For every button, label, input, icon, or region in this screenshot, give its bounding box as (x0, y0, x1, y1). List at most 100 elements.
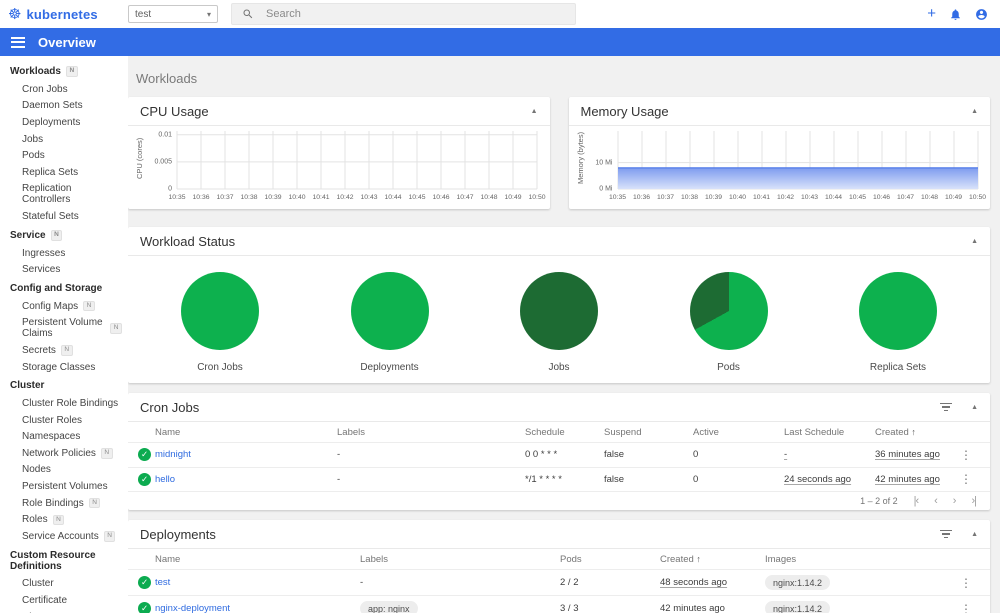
column-header-labels[interactable]: Labels (360, 554, 560, 565)
create-resource-button[interactable]: + (927, 6, 936, 21)
sidebar-item-role-bindings[interactable]: Role Bindings N (0, 495, 128, 512)
account-icon[interactable] (975, 8, 988, 21)
sidebar-item-ingresses[interactable]: Ingresses (0, 245, 128, 262)
row-menu-icon[interactable]: ⋮ (952, 576, 980, 590)
pie-chart (520, 272, 598, 350)
kubernetes-logo[interactable]: ☸ kubernetes (0, 7, 128, 22)
sidebar-item-namespaces[interactable]: Namespaces (0, 429, 128, 446)
sidebar-item-config-maps[interactable]: Config Maps N (0, 298, 128, 315)
sidebar-group-service[interactable]: Service N (0, 225, 128, 245)
sidebar-item-services[interactable]: Services (0, 261, 128, 278)
sidebar-item-service-accounts[interactable]: Service Accounts N (0, 528, 128, 545)
column-header-active[interactable]: Active (693, 427, 784, 438)
column-header-name[interactable]: Name (155, 554, 360, 565)
suspend-cell: false (604, 473, 625, 485)
created-cell: 36 minutes ago (875, 449, 940, 461)
namespaced-badge: N (103, 531, 116, 542)
appbar: Overview (0, 28, 1000, 56)
collapse-icon[interactable]: ▲ (971, 238, 978, 245)
sidebar-item-jobs[interactable]: Jobs (0, 131, 128, 148)
cpu-usage-chart: 0 0.005 0.01 10:35 10:36 10:37 10:38 10:39 10:40… (154, 129, 546, 207)
y-axis-tick: 0.01 (158, 131, 172, 139)
sidebar-group-workloads[interactable]: Workloads N (0, 61, 128, 81)
y-axis-tick: 0 (168, 185, 172, 193)
column-header-created[interactable]: Created ↑ (875, 427, 952, 438)
workload-status-card: Workload Status ▲ Cron Jobs Deployments Jo… (128, 227, 990, 383)
notifications-bell-icon[interactable] (949, 8, 962, 21)
deployment-name-link[interactable]: nginx-deployment (155, 603, 360, 613)
filter-icon[interactable] (939, 528, 953, 541)
cronjob-name-link[interactable]: hello (155, 474, 337, 485)
collapse-icon[interactable]: ▲ (971, 404, 978, 411)
sidebar-item-stateful-sets[interactable]: Stateful Sets (0, 208, 128, 225)
y-axis-tick: 0 Mi (599, 185, 613, 193)
row-menu-icon[interactable]: ⋮ (952, 472, 980, 486)
column-header-schedule[interactable]: Schedule (525, 427, 604, 438)
x-axis-tick: 10:43 (800, 194, 819, 201)
deployment-name-link[interactable]: test (155, 577, 360, 588)
row-menu-icon[interactable]: ⋮ (952, 448, 980, 462)
sidebar-group-cluster[interactable]: Cluster (0, 375, 128, 395)
memory-usage-card: Memory Usage ▲ Memory (bytes) 0 Mi 10 Mi 1… (568, 97, 990, 209)
x-axis-tick: 10:35 (168, 194, 186, 201)
table-row: ✓ nginx-deployment app: nginx 3 / 3 42 minut… (128, 596, 990, 613)
sidebar-item-storage-classes[interactable]: Storage Classes (0, 359, 128, 376)
sidebar-group-custom-resource-definitions[interactable]: Custom Resource Definitions (0, 545, 128, 576)
sidebar-item-label: Service Accounts (22, 530, 99, 542)
workload-pie-replica-sets: Replica Sets (859, 272, 937, 373)
row-menu-icon[interactable]: ⋮ (952, 602, 980, 613)
collapse-icon[interactable]: ▲ (971, 531, 978, 538)
filter-icon[interactable] (939, 401, 953, 414)
column-header-images[interactable]: Images (765, 554, 952, 565)
sidebar-nav: Workloads N Cron Jobs Daemon Sets Deployment… (0, 56, 128, 613)
sidebar-item-nodes[interactable]: Nodes (0, 462, 128, 479)
sidebar-item-replica-sets[interactable]: Replica Sets (0, 164, 128, 181)
sidebar-item-cluster[interactable]: Cluster (0, 576, 128, 593)
sidebar-item-roles[interactable]: Roles N (0, 511, 128, 528)
sidebar-item-cluster-issuer[interactable]: Cluster Issuer (0, 609, 128, 613)
column-header-created[interactable]: Created ↑ (660, 554, 765, 565)
search-bar[interactable] (231, 3, 576, 25)
column-header-pods[interactable]: Pods (560, 554, 660, 565)
column-header-last-schedule[interactable]: Last Schedule (784, 427, 875, 438)
namespace-selector[interactable]: test ▾ (128, 5, 218, 23)
x-axis-tick: 10:38 (680, 194, 699, 201)
search-icon (243, 9, 253, 19)
table-row: ✓ hello - */1 * * * * false 0 24 seconds ago 42… (128, 468, 990, 492)
y-axis-label: Memory (bytes) (575, 131, 585, 185)
created-cell: 42 minutes ago (660, 603, 725, 613)
table-header-row: Name Labels Schedule Suspend Active Last Sche… (128, 422, 990, 443)
sidebar-item-persistent-volumes[interactable]: Persistent Volumes (0, 478, 128, 495)
search-input[interactable] (264, 7, 565, 21)
cronjob-name-link[interactable]: midnight (155, 449, 337, 460)
sidebar-item-pods[interactable]: Pods (0, 147, 128, 164)
collapse-icon[interactable]: ▲ (531, 108, 538, 115)
sidebar-item-network-policies[interactable]: Network Policies N (0, 445, 128, 462)
sort-arrow-icon: ↑ (693, 553, 701, 564)
sidebar-item-replication-controllers[interactable]: Replication Controllers (0, 181, 128, 209)
column-header-name[interactable]: Name (155, 427, 337, 438)
column-header-suspend[interactable]: Suspend (604, 427, 693, 438)
sidebar-item-daemon-sets[interactable]: Daemon Sets (0, 98, 128, 115)
last-page-button[interactable]: ›| (971, 495, 976, 507)
sidebar-item-secrets[interactable]: Secrets N (0, 342, 128, 359)
sidebar-item-deployments[interactable]: Deployments (0, 114, 128, 131)
x-axis-tick: 10:48 (920, 194, 939, 201)
sidebar-item-certificate[interactable]: Certificate (0, 592, 128, 609)
sidebar-item-cluster-roles[interactable]: Cluster Roles (0, 412, 128, 429)
column-header-labels[interactable]: Labels (337, 427, 525, 438)
sidebar-item-cron-jobs[interactable]: Cron Jobs (0, 81, 128, 98)
sidebar-item-cluster-role-bindings[interactable]: Cluster Role Bindings (0, 395, 128, 412)
next-page-button[interactable]: › (953, 495, 957, 507)
status-cell: ✓ (138, 448, 155, 462)
x-axis-tick: 10:41 (752, 194, 771, 201)
sidebar-item-persistent-volume-claims[interactable]: Persistent Volume Claims N (0, 315, 128, 343)
previous-page-button[interactable]: ‹ (934, 495, 938, 507)
workload-status-pies: Cron Jobs Deployments Jobs Pods Replica Sets (128, 256, 990, 373)
menu-hamburger-icon[interactable] (11, 36, 25, 48)
first-page-button[interactable]: |‹ (914, 495, 919, 507)
collapse-icon[interactable]: ▲ (971, 108, 978, 115)
table-row: ✓ test - 2 / 2 48 seconds ago nginx:1.14.2 ⋮ (128, 570, 990, 596)
card-title: Cron Jobs (140, 399, 200, 415)
sidebar-group-config-and-storage[interactable]: Config and Storage (0, 278, 128, 298)
